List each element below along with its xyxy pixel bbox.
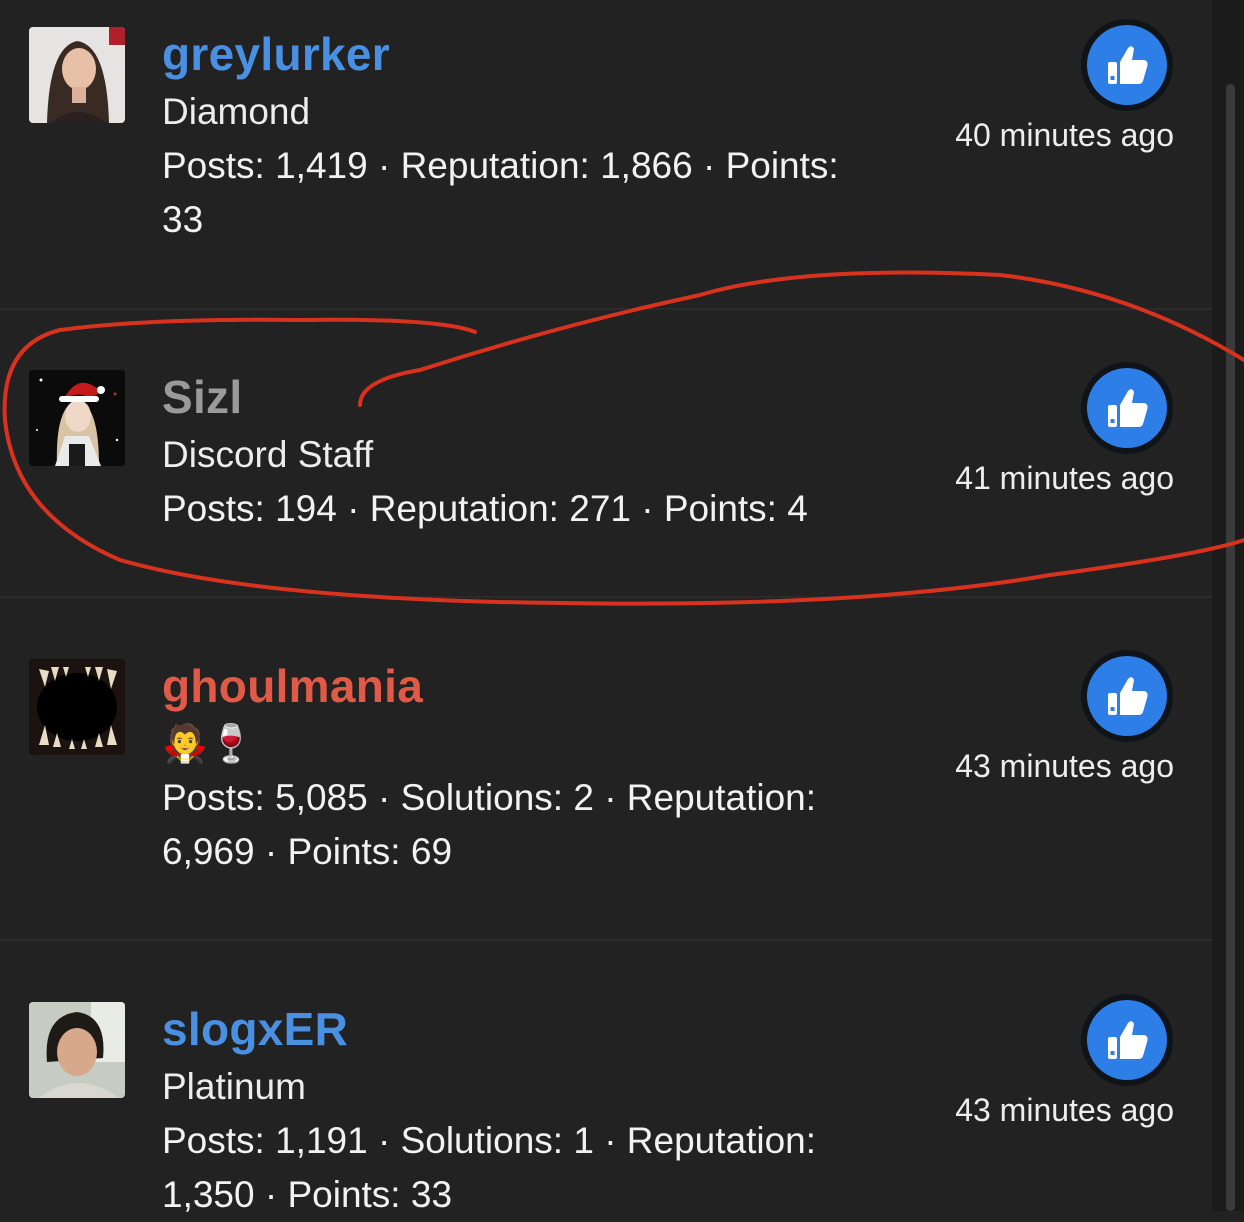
like-button[interactable] [1081, 362, 1173, 454]
avatar[interactable] [29, 1002, 125, 1098]
user-stats: Posts: 5,085 · Solutions: 2 · Reputation… [162, 771, 892, 879]
stats-line: 33 [162, 199, 204, 240]
reaction-list: greylurker Diamond Posts: 1,419 · Reputa… [0, 0, 1212, 1215]
stats-line: 1,350 · Points: 33 [162, 1174, 453, 1215]
user-rank: Discord Staff [162, 434, 374, 475]
post-info: greylurker Diamond Posts: 1,419 · Reputa… [162, 27, 892, 247]
post-info: Sizl Discord Staff Posts: 194 · Reputati… [162, 370, 892, 536]
post-time: 43 minutes ago [955, 748, 1174, 784]
thumbs-up-icon [1087, 656, 1167, 736]
username[interactable]: ghoulmania [162, 659, 892, 713]
thumbs-up-icon [1087, 368, 1167, 448]
user-rank: Platinum [162, 1066, 306, 1107]
list-item: ghoulmania 🧛🍷 Posts: 5,085 · Solutions: … [0, 598, 1212, 941]
stats-line: 6,969 · Points: 69 [162, 831, 453, 872]
list-item: slogxER Platinum Posts: 1,191 · Solution… [0, 941, 1212, 1215]
like-button[interactable] [1081, 994, 1173, 1086]
list-item: greylurker Diamond Posts: 1,419 · Reputa… [0, 0, 1212, 310]
post-info: ghoulmania 🧛🍷 Posts: 5,085 · Solutions: … [162, 659, 892, 879]
user-stats: Posts: 1,419 · Reputation: 1,866 · Point… [162, 139, 892, 247]
like-button[interactable] [1081, 650, 1173, 742]
like-button[interactable] [1081, 19, 1173, 111]
thumbs-up-icon [1087, 25, 1167, 105]
avatar[interactable] [29, 27, 125, 123]
stats-line: Posts: 5,085 · Solutions: 2 · Reputation… [162, 777, 817, 818]
username[interactable]: slogxER [162, 1002, 892, 1056]
user-rank: 🧛🍷 [162, 723, 255, 764]
user-stats: Posts: 1,191 · Solutions: 1 · Reputation… [162, 1114, 892, 1222]
scrollbar-thumb[interactable] [1226, 84, 1235, 1211]
stats-line: Posts: 194 · Reputation: 271 · Points: 4 [162, 488, 808, 529]
username[interactable]: Sizl [162, 370, 892, 424]
post-time: 40 minutes ago [955, 117, 1174, 153]
post-time: 43 minutes ago [955, 1092, 1174, 1128]
post-time: 41 minutes ago [955, 460, 1174, 496]
username[interactable]: greylurker [162, 27, 892, 81]
stats-line: Posts: 1,191 · Solutions: 1 · Reputation… [162, 1120, 817, 1161]
avatar[interactable] [29, 659, 125, 755]
user-stats: Posts: 194 · Reputation: 271 · Points: 4 [162, 482, 892, 536]
list-item: Sizl Discord Staff Posts: 194 · Reputati… [0, 310, 1212, 598]
post-info: slogxER Platinum Posts: 1,191 · Solution… [162, 1002, 892, 1222]
thumbs-up-icon [1087, 1000, 1167, 1080]
avatar[interactable] [29, 370, 125, 466]
stats-line: Posts: 1,419 · Reputation: 1,866 · Point… [162, 145, 839, 186]
user-rank: Diamond [162, 91, 311, 132]
